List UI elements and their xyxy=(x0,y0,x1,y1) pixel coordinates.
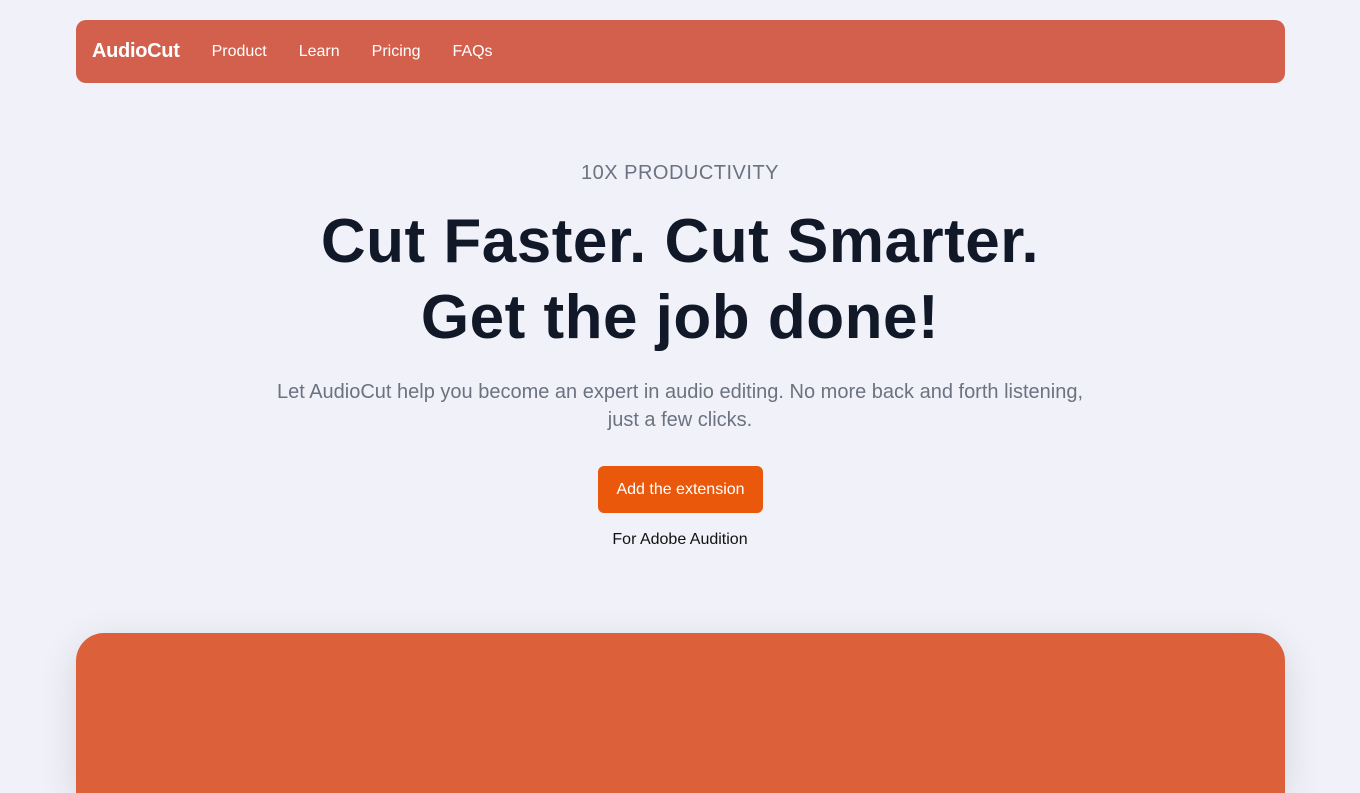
nav-link-pricing[interactable]: Pricing xyxy=(372,43,421,61)
nav-link-faqs[interactable]: FAQs xyxy=(453,43,493,61)
top-navbar: AudioCut Product Learn Pricing FAQs xyxy=(76,20,1285,83)
nav-link-product[interactable]: Product xyxy=(212,43,267,61)
hero-subtext: Let AudioCut help you become an expert i… xyxy=(276,381,1084,431)
hero-headline: Cut Faster. Cut Smarter. Get the job don… xyxy=(0,204,1360,356)
hero-headline-line-2: Get the job done! xyxy=(420,283,940,352)
feature-panel xyxy=(76,633,1285,793)
nav-link-learn[interactable]: Learn xyxy=(299,43,340,61)
add-extension-button[interactable]: Add the extension xyxy=(598,466,763,513)
brand-logo[interactable]: AudioCut xyxy=(92,40,180,63)
hero-eyebrow: 10X PRODUCTIVITY xyxy=(580,162,780,184)
cta-note: For Adobe Audition xyxy=(612,531,748,548)
hero-headline-line-1: Cut Faster. Cut Smarter. xyxy=(320,207,1040,276)
